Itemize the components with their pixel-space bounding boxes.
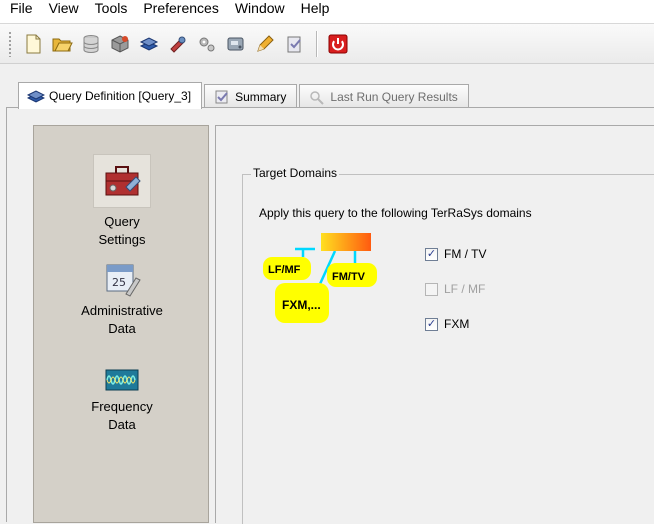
checkbox-box[interactable] [425,282,438,296]
checkbox-lf-mf[interactable]: LF / MF [425,282,485,296]
calendar-icon: 25 [106,264,141,297]
nav-label: Query Settings [98,214,146,247]
device-icon [227,37,244,50]
menu-help[interactable]: Help [293,0,338,18]
checkbox-box[interactable]: ✓ [425,247,438,261]
new-document-icon [26,34,41,53]
tab-summary[interactable]: Summary [204,84,298,108]
layers-icon [139,36,159,51]
summary-button[interactable] [281,31,307,57]
nav-administrative-data[interactable]: 25 Administrative Data [34,260,210,338]
open-folder-icon [52,38,73,51]
check-icon: ✓ [426,247,437,260]
checkbox-label: FXM [444,317,470,331]
nav-icon-frame [93,154,151,208]
checkbox-fm-tv[interactable]: ✓ FM / TV [425,247,486,261]
diagram-label-lfmf: LF/MF [268,264,301,276]
diagram-label-fmtv: FM/TV [332,271,366,283]
svg-text:25: 25 [112,276,126,289]
layers-icon [27,90,45,103]
checkbox-box[interactable]: ✓ [425,317,438,331]
nav-label: Frequency Data [91,399,153,432]
device-button[interactable] [223,31,249,57]
toolbar-separator [316,30,317,57]
database-button[interactable] [78,31,104,57]
layers-button[interactable] [136,31,162,57]
diagram-label-fxm: FXM,... [282,298,321,312]
clipboard-check-icon [287,36,301,52]
tab-label: Query Definition [Query_3] [49,89,192,103]
tab-label: Last Run Query Results [330,89,458,104]
edit-button[interactable] [252,31,278,57]
settings-content: Target Domains Apply this query to the f… [215,125,654,524]
tools-button[interactable] [165,31,191,57]
menu-tools[interactable]: Tools [87,0,136,18]
database-icon [83,34,99,53]
settings-sidebar: Query Settings 25 Administrative Data Fr… [33,125,209,523]
clipboard-check-icon [215,90,228,103]
open-folder-button[interactable] [49,31,75,57]
power-icon [328,34,348,53]
checkbox-fxm[interactable]: ✓ FXM [425,317,469,331]
menu-file[interactable]: File [2,0,41,18]
tab-last-run-query-results[interactable]: Last Run Query Results [299,84,469,108]
tab-strip: Query Definition [Query_3] Summary Last … [18,82,471,109]
new-document-button[interactable] [20,31,46,57]
nav-label: Administrative Data [81,303,163,336]
menu-window[interactable]: Window [227,0,293,18]
tab-query-definition[interactable]: Query Definition [Query_3] [18,82,203,109]
nav-frequency-data[interactable]: Frequency Data [34,366,210,434]
gear-icon [199,37,215,51]
group-description: Apply this query to the following TerRaS… [259,206,532,220]
menu-bar: File View Tools Preferences Window Help [0,0,654,24]
target-domains-group: Target Domains Apply this query to the f… [242,166,654,524]
toolbar [0,24,654,64]
package-icon [111,34,129,53]
toolbar-grip[interactable] [8,30,12,57]
nav-query-settings[interactable]: Query Settings [34,154,210,249]
settings-button[interactable] [194,31,220,57]
menu-view[interactable]: View [41,0,87,18]
tools-icon [170,36,186,53]
checkbox-label: FM / TV [444,247,487,261]
package-button[interactable] [107,31,133,57]
domain-diagram: LF/MF FM/TV FXM,... [263,233,377,323]
checkbox-label: LF / MF [444,282,486,296]
tab-label: Summary [235,89,287,104]
toolbox-icon [105,166,141,196]
menu-preferences[interactable]: Preferences [135,0,226,18]
pencil-icon [257,34,274,52]
magnifier-icon [310,90,325,105]
group-title: Target Domains [251,166,340,180]
check-icon: ✓ [426,317,437,330]
waveform-icon [105,369,139,391]
query-definition-panel: Query Settings 25 Administrative Data Fr… [6,107,654,524]
stop-button[interactable] [325,31,351,57]
